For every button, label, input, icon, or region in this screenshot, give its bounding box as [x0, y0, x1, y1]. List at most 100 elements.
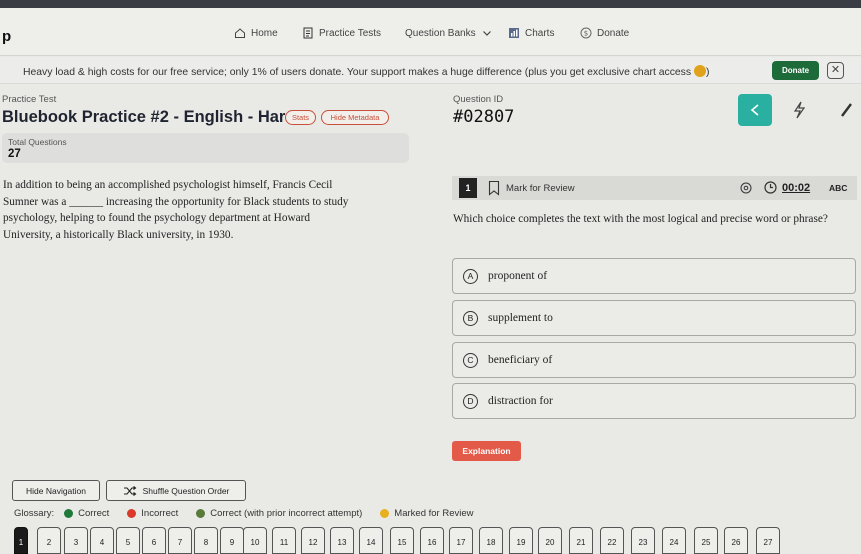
choice-b[interactable]: B supplement to: [452, 300, 856, 336]
nav-practice-tests-label: Practice Tests: [319, 27, 382, 39]
choice-letter: C: [463, 353, 478, 368]
nav-question-banks[interactable]: Question Banks: [405, 27, 493, 39]
question-nav-button[interactable]: 24: [662, 527, 686, 554]
clock-icon: [764, 181, 777, 194]
question-nav-button[interactable]: 3: [64, 527, 88, 554]
passage-text: In addition to being an accomplished psy…: [3, 177, 428, 243]
choice-d[interactable]: D distraction for: [452, 383, 856, 419]
shuffle-question-order-button[interactable]: Shuffle Question Order: [106, 480, 246, 501]
stats-button[interactable]: Stats: [285, 110, 316, 125]
question-nav-button[interactable]: 1: [14, 527, 28, 554]
legend-correct-prior-incorrect: Correct (with prior incorrect attempt): [196, 508, 362, 519]
question-nav-button[interactable]: 14: [359, 527, 383, 554]
chevron-down-icon: [482, 31, 491, 36]
marked-dot-icon: [380, 509, 390, 518]
nav-donate-label: Donate: [597, 27, 630, 39]
glossary-label: Glossary:: [14, 508, 55, 519]
question-nav-button[interactable]: 17: [449, 527, 473, 554]
share-button[interactable]: [738, 94, 772, 126]
question-nav-button[interactable]: 22: [600, 527, 624, 554]
explanation-button[interactable]: Explanation: [452, 441, 521, 461]
question-nav-button[interactable]: 20: [538, 527, 562, 554]
passage-line: Sumner was a ______ increasing the oppor…: [3, 194, 428, 211]
glossary-legend: Glossary: Correct Incorrect Correct (wit…: [14, 508, 492, 519]
question-nav-button[interactable]: 4: [90, 527, 114, 554]
question-nav-button[interactable]: 23: [631, 527, 655, 554]
question-nav-button[interactable]: 12: [301, 527, 325, 554]
shuffle-label: Shuffle Question Order: [142, 485, 230, 496]
top-navbar: p Home Practice Tests Question Banks Cha…: [0, 8, 861, 56]
document-icon: [303, 27, 313, 39]
mark-for-review-toggle[interactable]: Mark for Review: [488, 180, 575, 196]
question-timer[interactable]: 00:02: [764, 181, 810, 194]
nav-charts-label: Charts: [525, 27, 555, 39]
hide-metadata-button[interactable]: Hide Metadata: [321, 110, 389, 125]
site-logo[interactable]: p: [2, 28, 11, 45]
pencil-icon: [841, 103, 852, 117]
donate-button[interactable]: Donate: [772, 61, 819, 80]
passage-line: University, a historically Black univers…: [3, 228, 234, 241]
annotate-button[interactable]: [830, 94, 861, 126]
passage-line-start: Sumner was a: [3, 195, 67, 208]
question-id: #02807: [453, 107, 515, 127]
question-nav-button[interactable]: 7: [168, 527, 192, 554]
question-nav-button[interactable]: 27: [756, 527, 780, 554]
legend-label: Marked for Review: [394, 508, 474, 519]
question-nav-button[interactable]: 6: [142, 527, 166, 554]
nav-donate[interactable]: $ Donate: [580, 27, 629, 39]
total-questions-label: Total Questions: [8, 137, 67, 147]
lightning-icon: [793, 101, 806, 119]
banner-message: Heavy load & high costs for our free ser…: [23, 65, 709, 78]
nav-practice-tests[interactable]: Practice Tests: [302, 27, 381, 39]
question-nav-button[interactable]: 8: [194, 527, 218, 554]
question-nav-button[interactable]: 9: [220, 527, 244, 554]
question-nav-button[interactable]: 13: [330, 527, 354, 554]
nav-charts[interactable]: Charts: [508, 27, 554, 39]
nav-home[interactable]: Home: [234, 27, 278, 39]
legend-marked: Marked for Review: [380, 508, 474, 519]
eye-toggle[interactable]: [740, 182, 752, 197]
total-questions-box: Total Questions 27: [2, 133, 409, 163]
passage-line: psychology, helping to found the psychol…: [3, 212, 311, 224]
choice-c[interactable]: C beneficiary of: [452, 342, 856, 378]
question-nav-button[interactable]: 21: [569, 527, 593, 554]
question-nav-button[interactable]: 26: [724, 527, 748, 554]
timer-value: 00:02: [782, 181, 811, 194]
question-nav-button[interactable]: 19: [509, 527, 533, 554]
hide-navigation-label: Hide Navigation: [25, 485, 86, 496]
mark-for-review-label: Mark for Review: [506, 182, 575, 194]
home-icon: [235, 28, 245, 38]
choice-text: beneficiary of: [488, 354, 553, 366]
close-banner-button[interactable]: ✕: [827, 62, 844, 79]
eye-icon: [740, 182, 752, 194]
hide-navigation-button[interactable]: Hide Navigation: [12, 480, 100, 501]
page-title: Bluebook Practice #2 - English - Hard: [2, 108, 296, 126]
nav-home-label: Home: [251, 27, 278, 39]
choice-letter: B: [463, 311, 478, 326]
question-nav-button[interactable]: 5: [116, 527, 140, 554]
legend-label: Incorrect: [141, 508, 179, 519]
dollar-icon: $: [580, 27, 592, 39]
question-nav-button[interactable]: 18: [479, 527, 503, 554]
question-nav-button[interactable]: 2: [37, 527, 61, 554]
incorrect-dot-icon: [127, 509, 137, 518]
question-nav-button[interactable]: 16: [420, 527, 444, 554]
question-nav-button[interactable]: 15: [390, 527, 414, 554]
eliminate-toggle[interactable]: ABC: [829, 183, 847, 193]
question-nav-button[interactable]: 25: [694, 527, 718, 554]
shuffle-icon: [123, 485, 137, 496]
choice-text: distraction for: [488, 395, 553, 407]
choice-letter: A: [463, 269, 478, 284]
passage-line: In addition to being an accomplished psy…: [3, 179, 333, 191]
question-nav-button[interactable]: 11: [272, 527, 296, 554]
legend-incorrect: Incorrect: [127, 508, 178, 519]
practice-test-label: Practice Test: [2, 94, 57, 105]
bookmark-icon: [488, 180, 500, 196]
share-icon: [750, 104, 759, 116]
donation-banner: Heavy load & high costs for our free ser…: [0, 57, 861, 84]
flash-button[interactable]: [782, 94, 816, 126]
legend-correct: Correct: [64, 508, 109, 519]
choice-a[interactable]: A proponent of: [452, 258, 856, 294]
question-nav-button[interactable]: 10: [243, 527, 267, 554]
question-number-badge: 1: [459, 178, 477, 198]
